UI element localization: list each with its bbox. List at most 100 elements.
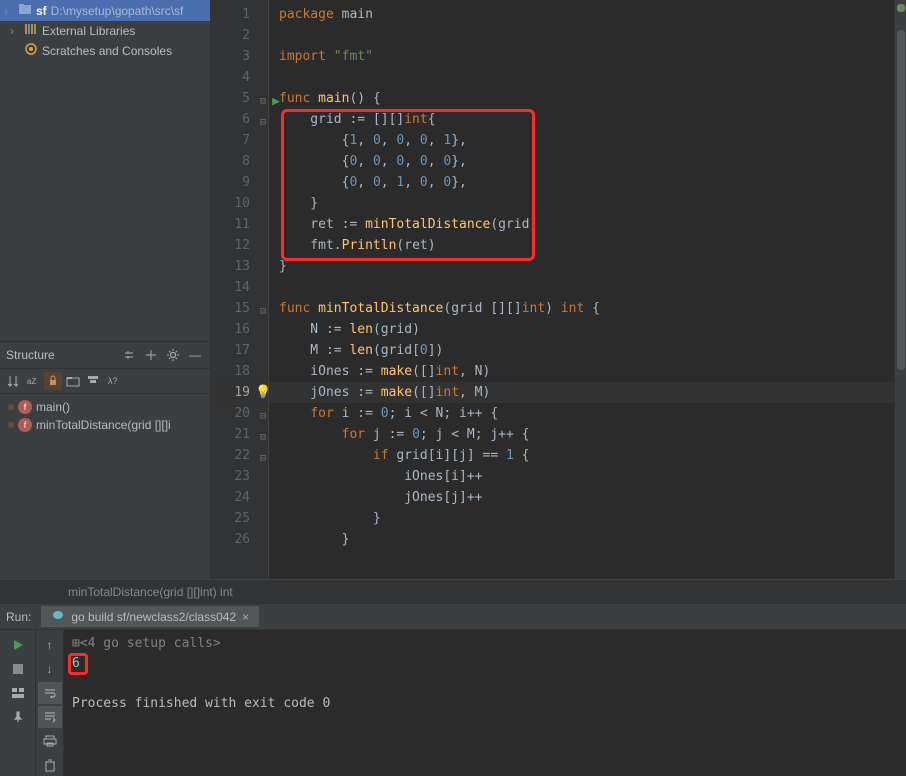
code-line[interactable]: func minTotalDistance(grid [][]int) int …: [269, 298, 906, 319]
line-number[interactable]: 2: [211, 25, 268, 46]
rerun-button[interactable]: [6, 634, 30, 656]
show-anon-icon[interactable]: λ?: [104, 372, 122, 390]
line-number[interactable]: 17: [211, 340, 268, 361]
code-line[interactable]: {1, 0, 0, 0, 1},: [269, 130, 906, 151]
line-number[interactable]: 13: [211, 256, 268, 277]
line-number[interactable]: 14: [211, 277, 268, 298]
scroll-to-end-button[interactable]: [38, 706, 62, 728]
code-line[interactable]: [269, 277, 906, 298]
run-tab[interactable]: go build sf/newclass2/class042 ×: [41, 606, 259, 627]
folder-toggle-icon[interactable]: [64, 372, 82, 390]
up-button[interactable]: ↑: [38, 634, 62, 656]
go-icon: [51, 609, 65, 624]
delete-button[interactable]: [38, 754, 62, 776]
code-line[interactable]: jOnes[j]++: [269, 487, 906, 508]
sort-icon[interactable]: [4, 372, 22, 390]
vertical-scrollbar[interactable]: [894, 0, 906, 579]
code-line[interactable]: func main() {: [269, 88, 906, 109]
soft-wrap-button[interactable]: [38, 682, 62, 704]
code-line[interactable]: fmt.Println(ret): [269, 235, 906, 256]
line-number[interactable]: 8: [211, 151, 268, 172]
line-number[interactable]: 4: [211, 67, 268, 88]
line-number[interactable]: 10: [211, 193, 268, 214]
line-number[interactable]: 1: [211, 4, 268, 25]
line-number[interactable]: 18: [211, 361, 268, 382]
run-tab-label: go build sf/newclass2/class042: [71, 610, 236, 624]
code-line[interactable]: }: [269, 508, 906, 529]
chevron-right-icon: ›: [10, 24, 20, 38]
line-number[interactable]: 7: [211, 130, 268, 151]
line-number[interactable]: 25: [211, 508, 268, 529]
hide-icon[interactable]: —: [186, 346, 204, 364]
lock-dot-icon: [8, 422, 14, 428]
line-number[interactable]: 3: [211, 46, 268, 67]
code-line[interactable]: }: [269, 256, 906, 277]
project-root-path: D:\mysetup\gopath\src\sf: [51, 4, 184, 18]
library-icon: [24, 23, 38, 38]
line-number[interactable]: 24: [211, 487, 268, 508]
code-line[interactable]: ret := minTotalDistance(grid): [269, 214, 906, 235]
editor-gutter[interactable]: 12345▶⊟6⊟789101112131415⊟1617181920⊟21⊟2…: [211, 0, 269, 579]
breadcrumb-text: minTotalDistance(grid [][]int) int: [68, 585, 233, 599]
code-line[interactable]: for i := 0; i < N; i++ {: [269, 403, 906, 424]
structure-item[interactable]: f minTotalDistance(grid [][]i: [2, 416, 208, 434]
code-line[interactable]: 💡 jOnes := make([]int, M): [269, 382, 906, 403]
code-line[interactable]: import "fmt": [269, 46, 906, 67]
structure-item-label: minTotalDistance(grid [][]i: [36, 418, 171, 432]
run-tool-window: Run: go build sf/newclass2/class042 ×: [0, 603, 906, 776]
line-number[interactable]: 5▶⊟: [211, 88, 268, 109]
filter-icon[interactable]: [84, 372, 102, 390]
line-number[interactable]: 12: [211, 235, 268, 256]
console-output[interactable]: ⊞<4 go setup calls>6Process finished wit…: [64, 630, 906, 776]
layout-button[interactable]: [6, 682, 30, 704]
structure-item[interactable]: fmain(): [2, 398, 208, 416]
code-line[interactable]: [269, 67, 906, 88]
project-tree[interactable]: › sf D:\mysetup\gopath\src\sf › External…: [0, 0, 210, 61]
gear-icon[interactable]: [164, 346, 182, 364]
collapse-icon[interactable]: [120, 346, 138, 364]
line-number[interactable]: 6⊟: [211, 109, 268, 130]
sort-alpha-icon[interactable]: aZ: [24, 372, 42, 390]
line-number[interactable]: 26: [211, 529, 268, 550]
intention-bulb-icon[interactable]: 💡: [255, 382, 271, 403]
code-line[interactable]: for j := 0; j < M; j++ {: [269, 424, 906, 445]
line-number[interactable]: 11: [211, 214, 268, 235]
external-libraries-item[interactable]: › External Libraries: [0, 21, 210, 40]
line-number[interactable]: 16: [211, 319, 268, 340]
expand-icon[interactable]: [142, 346, 160, 364]
folder-icon: [18, 2, 32, 19]
code-line[interactable]: {0, 0, 1, 0, 0},: [269, 172, 906, 193]
code-line[interactable]: grid := [][]int{: [269, 109, 906, 130]
lock-dot-icon: [8, 404, 14, 410]
code-line[interactable]: {0, 0, 0, 0, 0},: [269, 151, 906, 172]
line-number[interactable]: 22⊟: [211, 445, 268, 466]
code-line[interactable]: }: [269, 529, 906, 550]
line-number[interactable]: 21⊟: [211, 424, 268, 445]
code-line[interactable]: }: [269, 193, 906, 214]
code-line[interactable]: iOnes := make([]int, N): [269, 361, 906, 382]
pin-button[interactable]: [6, 706, 30, 728]
code-line[interactable]: [269, 25, 906, 46]
stop-button[interactable]: [6, 658, 30, 680]
down-button[interactable]: ↓: [38, 658, 62, 680]
lock-icon[interactable]: [44, 372, 62, 390]
project-root-item[interactable]: › sf D:\mysetup\gopath\src\sf: [0, 0, 210, 21]
code-line[interactable]: iOnes[i]++: [269, 466, 906, 487]
line-number[interactable]: 20⊟: [211, 403, 268, 424]
structure-item-label: main(): [36, 400, 70, 414]
line-number[interactable]: 9: [211, 172, 268, 193]
code-line[interactable]: N := len(grid): [269, 319, 906, 340]
code-line[interactable]: if grid[i][j] == 1 {: [269, 445, 906, 466]
close-icon[interactable]: ×: [242, 610, 249, 624]
line-number[interactable]: 15⊟: [211, 298, 268, 319]
scratches-item[interactable]: Scratches and Consoles: [0, 40, 210, 61]
print-button[interactable]: [38, 730, 62, 752]
scratch-icon: [24, 42, 38, 59]
function-badge-icon: f: [18, 418, 32, 432]
line-number[interactable]: 23: [211, 466, 268, 487]
console-line: 6: [72, 656, 898, 676]
editor-code[interactable]: package main import "fmt" func main() { gr…: [269, 0, 906, 579]
breadcrumb[interactable]: minTotalDistance(grid [][]int) int: [0, 579, 906, 603]
code-line[interactable]: package main: [269, 4, 906, 25]
code-line[interactable]: M := len(grid[0]): [269, 340, 906, 361]
